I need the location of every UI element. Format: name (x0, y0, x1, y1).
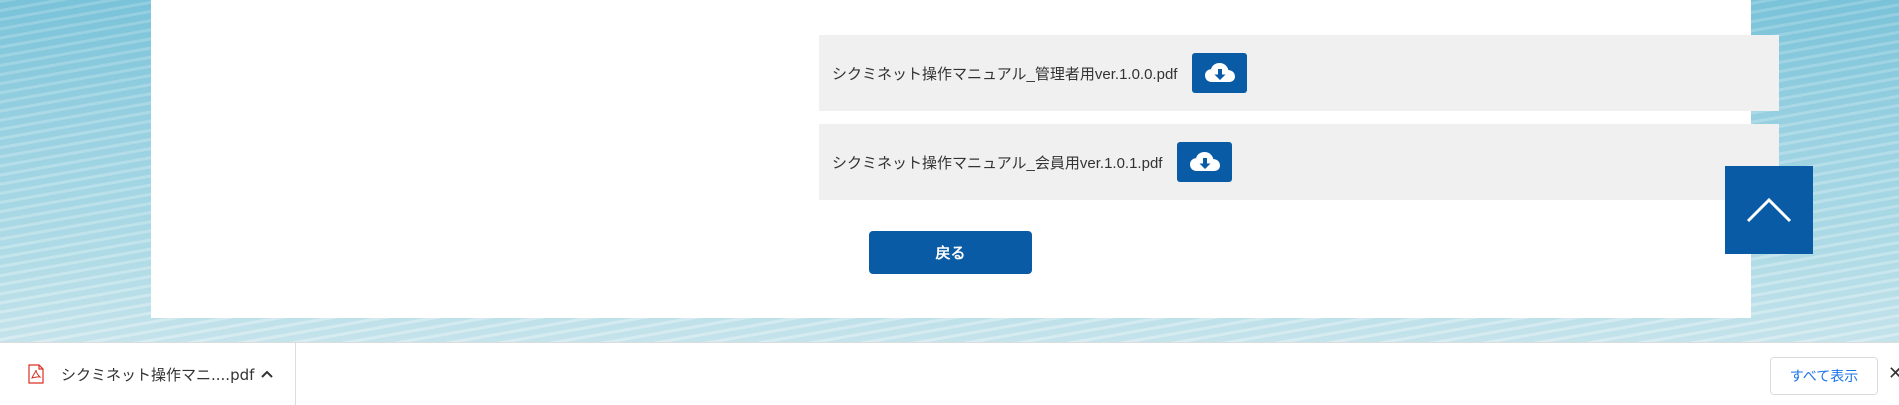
back-button[interactable]: 戻る (869, 231, 1032, 274)
download-button[interactable] (1177, 142, 1233, 182)
file-name: シクミネット操作マニュアル_管理者用ver.1.0.0.pdf (832, 65, 1178, 83)
close-icon[interactable]: ✕ (1888, 365, 1899, 383)
download-file-name: シクミネット操作マニ....pdf (61, 365, 255, 384)
file-row-member-manual: シクミネット操作マニュアル_会員用ver.1.0.1.pdf (819, 124, 1779, 200)
cloud-download-icon (1204, 63, 1235, 82)
scroll-to-top-button[interactable] (1725, 166, 1813, 254)
pdf-file-icon (28, 364, 44, 384)
chevron-up-icon (1746, 197, 1792, 223)
file-name: シクミネット操作マニュアル_会員用ver.1.0.1.pdf (832, 154, 1163, 172)
download-button[interactable] (1192, 53, 1248, 93)
show-all-button[interactable]: すべて表示 (1770, 357, 1878, 395)
cloud-download-icon (1189, 152, 1220, 171)
chevron-up-icon[interactable] (259, 366, 275, 382)
download-bar: シクミネット操作マニ....pdf すべて表示 ✕ (0, 342, 1899, 405)
download-item[interactable]: シクミネット操作マニ....pdf (0, 343, 296, 405)
file-row-admin-manual: シクミネット操作マニュアル_管理者用ver.1.0.0.pdf (819, 35, 1779, 111)
